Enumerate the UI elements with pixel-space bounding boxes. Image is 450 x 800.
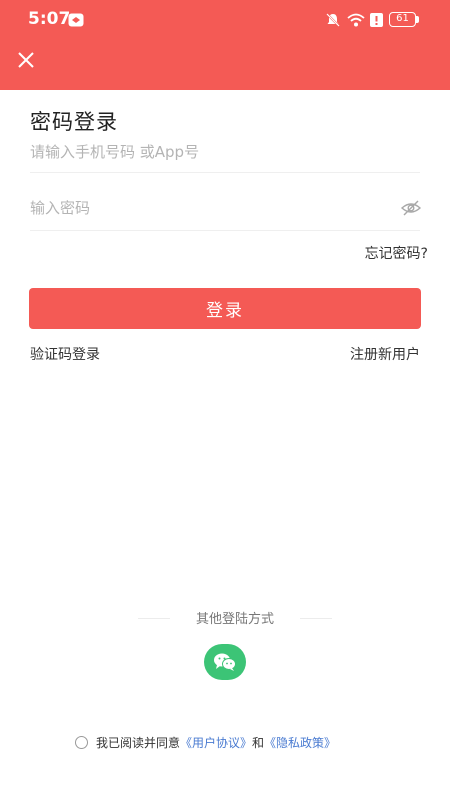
password-divider <box>30 230 420 231</box>
agreement-row: 我已阅读并同意 《用户协议》 和 《隐私政策》 <box>75 733 336 751</box>
agreement-and: 和 <box>252 735 265 750</box>
eye-off-icon[interactable] <box>400 199 422 217</box>
notification-icon <box>68 13 84 27</box>
battery-icon: 61 <box>389 12 416 27</box>
wechat-icon <box>214 653 236 671</box>
wechat-login-button[interactable] <box>204 644 246 680</box>
close-icon[interactable] <box>14 48 38 72</box>
wifi-icon <box>347 13 365 27</box>
privacy-policy-link[interactable]: 《隐私政策》 <box>264 734 336 751</box>
forgot-password-link[interactable]: 忘记密码? <box>365 243 428 263</box>
header-bar: 5:07 61 <box>0 0 450 90</box>
status-bar: 5:07 61 <box>0 0 450 40</box>
register-link[interactable]: 注册新用户 <box>350 344 420 364</box>
battery-tip <box>416 16 419 23</box>
other-login-section: 其他登陆方式 <box>138 608 332 628</box>
other-login-divider-left <box>138 618 170 619</box>
phone-divider <box>30 172 420 173</box>
status-time: 5:07 <box>28 9 71 29</box>
alert-icon <box>370 13 383 27</box>
other-login-divider-right <box>300 618 332 619</box>
battery-level: 61 <box>396 13 409 24</box>
phone-input[interactable] <box>30 132 420 172</box>
mute-icon <box>326 13 340 27</box>
agreement-prefix: 我已阅读并同意 <box>96 735 181 750</box>
user-agreement-link[interactable]: 《用户协议》 <box>180 734 252 751</box>
login-button[interactable]: 登录 <box>29 288 421 329</box>
other-login-label: 其他登陆方式 <box>195 612 274 627</box>
sms-login-link[interactable]: 验证码登录 <box>30 344 100 364</box>
agreement-checkbox[interactable] <box>75 735 88 749</box>
password-input[interactable] <box>30 188 390 228</box>
